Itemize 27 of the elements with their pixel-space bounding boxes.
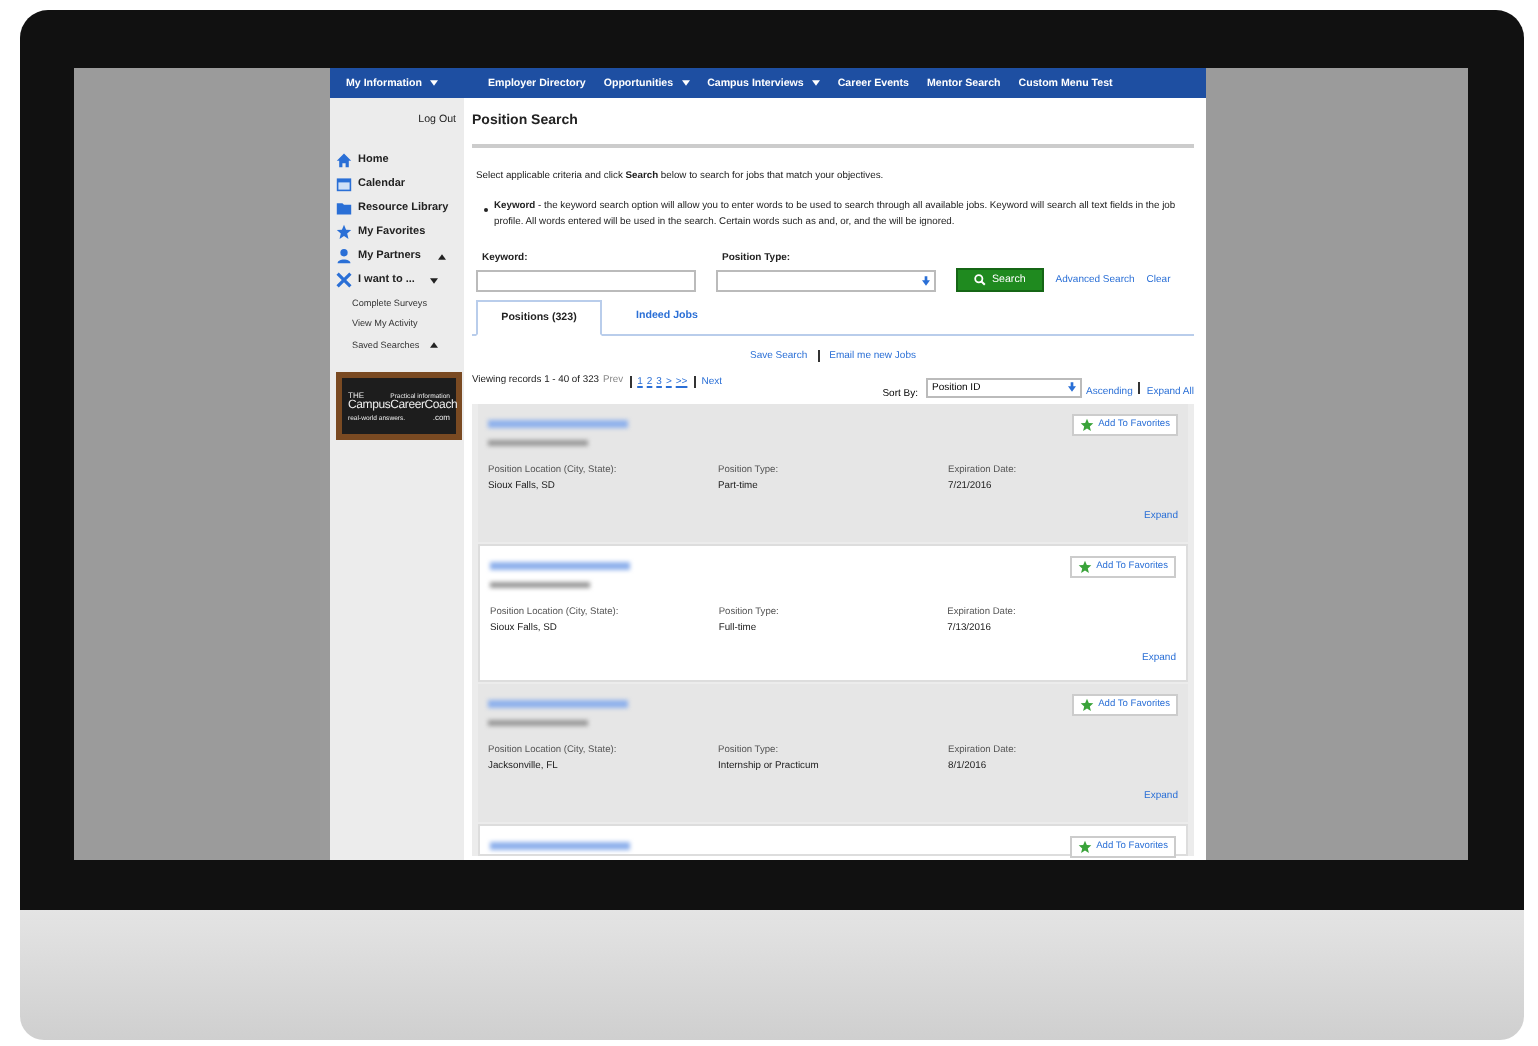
- down-arrow-icon: [922, 275, 930, 286]
- caret-icon: [429, 79, 438, 85]
- caret-icon: [429, 341, 438, 348]
- position-type-select[interactable]: [716, 269, 936, 292]
- blurred-company: [488, 439, 588, 447]
- blurred-title: [488, 699, 628, 708]
- blurred-title: [488, 419, 628, 428]
- home-icon: [336, 152, 352, 168]
- blurred-company: [488, 719, 588, 727]
- blurred-title: [490, 841, 630, 850]
- blurred-company: [490, 581, 590, 589]
- caret-icon: [681, 79, 690, 85]
- person-icon: [336, 248, 352, 264]
- blurred-title: [490, 561, 630, 570]
- keyword-field[interactable]: [476, 269, 696, 292]
- down-arrow-icon: [1068, 382, 1076, 393]
- calendar-icon: [336, 176, 352, 192]
- star-icon: [336, 224, 352, 240]
- caret-icon: [811, 79, 820, 85]
- caret-icon: [437, 253, 445, 259]
- caret-icon: [430, 277, 439, 283]
- folder-icon: [336, 200, 352, 216]
- star-icon: [1078, 839, 1093, 854]
- star-icon: [1080, 697, 1095, 712]
- search-icon: [974, 273, 986, 286]
- star-icon: [1078, 559, 1093, 574]
- star-icon: [1080, 417, 1095, 432]
